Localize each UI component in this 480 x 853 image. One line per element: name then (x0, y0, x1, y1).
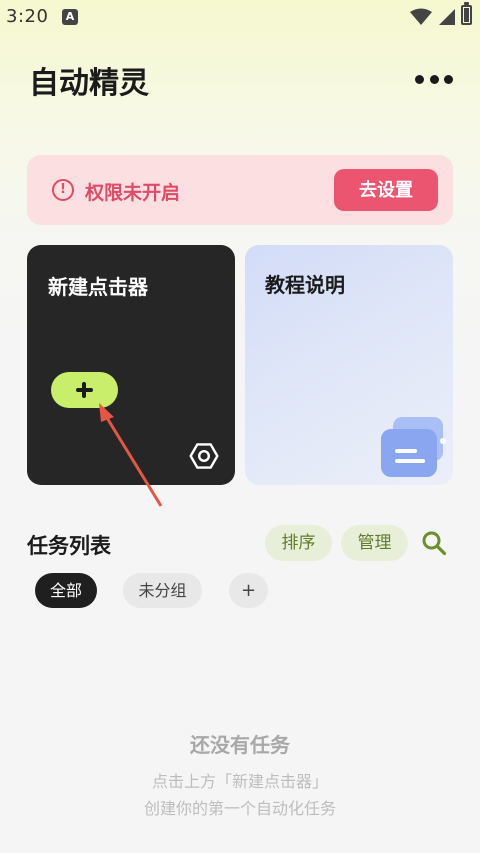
annotation-arrow-icon (99, 403, 163, 507)
manage-button[interactable]: 管理 (341, 525, 408, 561)
document-icon (381, 417, 446, 477)
add-group-button[interactable]: + (229, 573, 268, 608)
tutorial-card[interactable]: 教程说明 (245, 245, 453, 485)
tutorial-title: 教程说明 (265, 273, 345, 297)
more-dot (444, 74, 453, 84)
notification-icon: A (62, 9, 78, 25)
battery-icon (461, 2, 472, 25)
new-clicker-title: 新建点击器 (48, 275, 148, 299)
more-dot (429, 74, 439, 84)
go-settings-button[interactable]: 去设置 (334, 169, 438, 211)
more-horizontal-icon (415, 74, 424, 84)
gear-icon[interactable] (188, 440, 220, 472)
filter-chip-all[interactable]: 全部 (35, 573, 97, 608)
status-bar: 3:20 A (0, 0, 480, 34)
sort-button[interactable]: 排序 (265, 525, 332, 561)
task-list-title: 任务列表 (27, 534, 111, 558)
permission-banner: ! 权限未开启 去设置 (27, 155, 453, 225)
wifi-icon (410, 8, 432, 25)
app-title: 自动精灵 (29, 66, 149, 101)
permission-status-text: 权限未开启 (85, 182, 181, 204)
cellular-icon (439, 9, 455, 25)
more-options-button[interactable] (410, 62, 458, 96)
empty-state-hint: 创建你的第一个自动化任务 (143, 799, 336, 818)
filter-chip-ungrouped[interactable]: 未分组 (123, 573, 202, 608)
warning-circle-icon: ! (52, 179, 74, 201)
status-time: 3:20 (6, 6, 49, 27)
search-icon[interactable] (421, 530, 447, 556)
empty-state-hint: 点击上方「新建点击器」 (151, 772, 328, 791)
empty-state-title: 还没有任务 (190, 733, 290, 757)
